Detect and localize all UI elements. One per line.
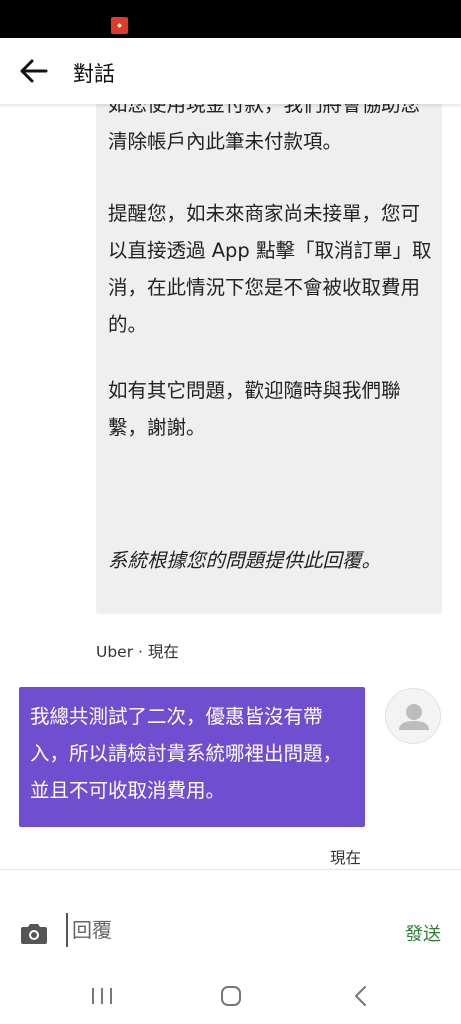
- support-message-paragraph: 如您使用現金付款，我們將會協助您清除帳戶內此筆未付款項。: [108, 104, 421, 153]
- support-message-bubble: 如您使用現金付款，我們將會協助您清除帳戶內此筆未付款項。 提醒您，如未來商家尚未…: [96, 104, 442, 614]
- support-message-meta: Uber · 現在: [96, 640, 179, 662]
- back-icon: [355, 986, 366, 1006]
- reply-composer: 發送: [0, 869, 461, 970]
- home-icon: [221, 986, 241, 1006]
- recents-icon: [92, 988, 112, 1004]
- camera-button[interactable]: [19, 922, 49, 946]
- user-message-bubble: 我總共測試了二次，優惠皆沒有帶入，所以請檢討貴系統哪裡出問題，並且不可收取消費用…: [19, 687, 365, 827]
- page-title: 對話: [73, 62, 115, 86]
- support-message-paragraph: 如有其它問題，歡迎隨時與我們聯繫，謝謝。: [108, 379, 401, 439]
- header: 對話: [0, 38, 461, 104]
- support-message-paragraph: 提醒您，如未來商家尚未接單，您可以直接透過 App 點擊「取消訂單」取消，在此情…: [108, 202, 432, 336]
- user-message-text: 我總共測試了二次，優惠皆沒有帶入，所以請檢討貴系統哪裡出問題，並且不可收取消費用…: [30, 705, 343, 802]
- user-message-time: 現在: [330, 849, 362, 867]
- meta-separator: ·: [133, 643, 148, 661]
- home-button[interactable]: [220, 985, 242, 1007]
- reply-input[interactable]: [66, 913, 372, 947]
- status-bar: ◆: [0, 0, 461, 38]
- auto-reply-note: 系統根據您的問題提供此回覆。: [108, 549, 382, 572]
- conversation-thread[interactable]: 如您使用現金付款，我們將會協助您清除帳戶內此筆未付款項。 提醒您，如未來商家尚未…: [0, 104, 461, 869]
- user-avatar-icon: [399, 704, 429, 730]
- system-nav-bar: [0, 969, 461, 1024]
- recents-button[interactable]: [90, 985, 114, 1007]
- camera-icon: [21, 924, 47, 944]
- send-button[interactable]: 發送: [405, 920, 441, 946]
- app-notification-icon: ◆: [111, 17, 128, 34]
- message-time: 現在: [147, 643, 179, 661]
- avatar: [385, 688, 441, 744]
- sender-name: Uber: [96, 643, 134, 661]
- arrow-left-icon: [20, 59, 48, 83]
- system-back-button[interactable]: [352, 985, 368, 1007]
- back-button[interactable]: [18, 57, 50, 85]
